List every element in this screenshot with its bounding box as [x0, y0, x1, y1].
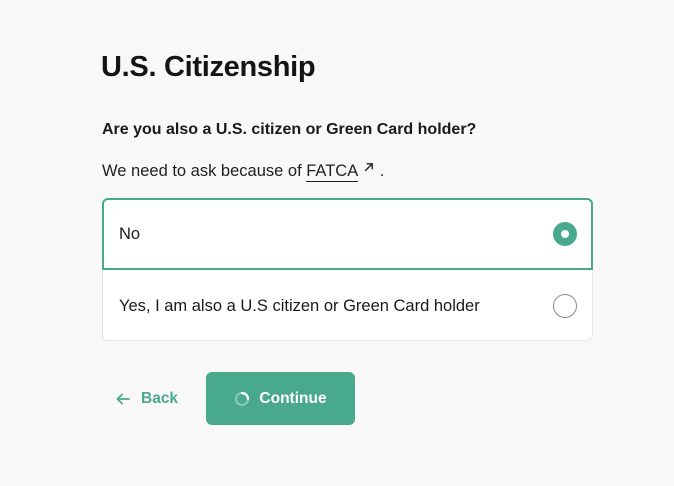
citizenship-options: No Yes, I am also a U.S citizen or Green… [102, 198, 593, 341]
back-button[interactable]: Back [116, 388, 178, 410]
helper-text: We need to ask because of FATCA . [102, 160, 384, 182]
option-label: Yes, I am also a U.S citizen or Green Ca… [119, 296, 480, 315]
continue-button[interactable]: Continue [206, 372, 355, 425]
helper-prefix: We need to ask because of [102, 162, 307, 180]
radio-unselected[interactable] [553, 294, 577, 318]
option-yes[interactable]: Yes, I am also a U.S citizen or Green Ca… [102, 270, 593, 341]
continue-label: Continue [259, 389, 327, 407]
page-title: U.S. Citizenship [101, 51, 316, 83]
option-label: No [119, 225, 141, 243]
external-link-icon [365, 163, 374, 172]
back-label: Back [141, 390, 179, 407]
spinner-icon [235, 391, 250, 406]
fatca-link[interactable]: FATCA [306, 162, 359, 182]
option-no[interactable]: No [102, 198, 593, 270]
question-text: Are you also a U.S. citizen or Green Car… [102, 121, 477, 138]
helper-suffix: . [379, 162, 385, 180]
arrow-left-icon [116, 393, 130, 405]
citizenship-page: U.S. Citizenship Are you also a U.S. cit… [0, 0, 674, 486]
radio-selected[interactable] [553, 222, 577, 246]
